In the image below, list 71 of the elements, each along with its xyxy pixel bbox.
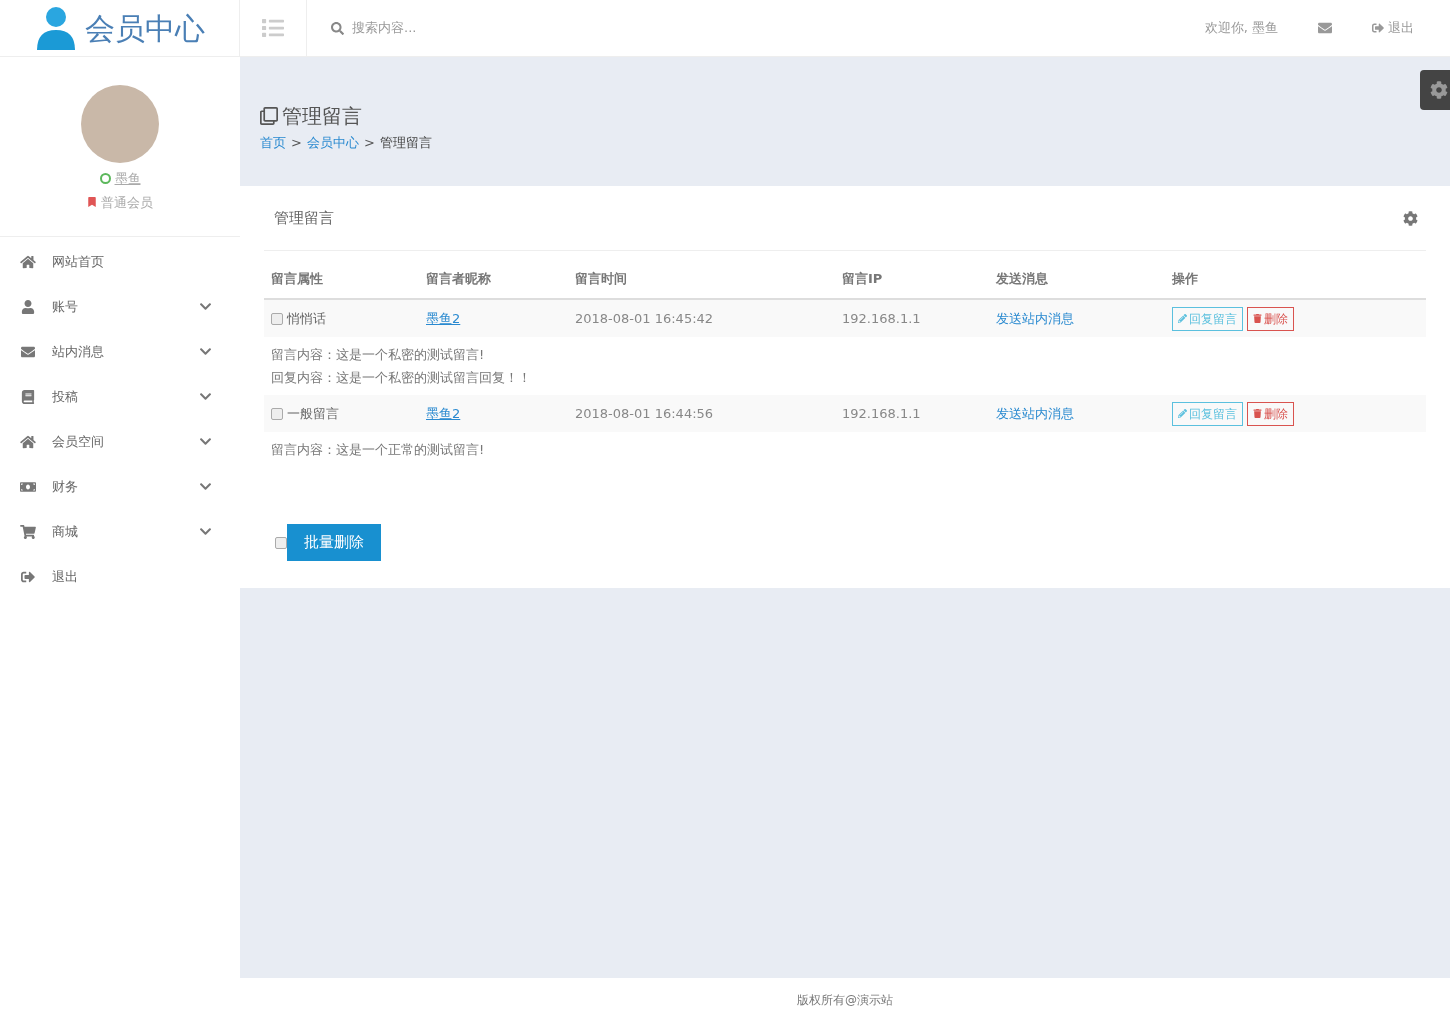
column-header: 发送消息 xyxy=(996,271,1048,286)
column-header: 留言者昵称 xyxy=(426,271,491,286)
sidebar-item[interactable]: 退出 xyxy=(0,554,240,599)
column-header: 留言时间 xyxy=(575,271,627,286)
sidebar-item[interactable]: 商城 xyxy=(0,509,240,554)
sidebar-item[interactable]: 账号 xyxy=(0,284,240,329)
table-cell: 192.168.1.1 xyxy=(842,310,921,326)
home-icon xyxy=(20,434,36,449)
column-header: 留言IP xyxy=(842,271,883,286)
table-cell-text: 一般留言 xyxy=(287,404,339,423)
list-icon xyxy=(262,17,284,39)
reply-button[interactable]: 回复留言 xyxy=(1172,306,1243,331)
page-title: 管理留言 xyxy=(282,103,362,130)
envelope-icon[interactable] xyxy=(1318,21,1332,35)
logo-text: 会员中心 xyxy=(84,9,205,48)
breadcrumb-separator: > xyxy=(291,134,302,152)
search-field[interactable]: 搜索内容... xyxy=(352,18,652,38)
copy-icon xyxy=(260,107,278,125)
pencil-icon xyxy=(1178,314,1187,323)
send-message-link[interactable]: 发送站内消息 xyxy=(996,310,1074,326)
message-content: 留言内容：这是一个正常的测试留言! xyxy=(271,441,486,459)
column-header: 留言属性 xyxy=(271,271,323,286)
message-content: 留言内容：这是一个私密的测试留言! xyxy=(271,346,486,364)
footer-text: 版权所有@演示站 xyxy=(797,991,893,1009)
breadcrumb-link[interactable]: 会员中心 xyxy=(306,133,359,153)
table-cell-text: 悄悄话 xyxy=(287,309,326,328)
reply-button[interactable]: 回复留言 xyxy=(1172,401,1243,426)
pencil-icon xyxy=(1178,409,1187,418)
sidebar-item[interactable]: 网站首页 xyxy=(0,239,240,284)
checkbox[interactable] xyxy=(271,407,283,420)
username-link[interactable]: 墨鱼 xyxy=(114,169,141,189)
logout-icon xyxy=(20,569,36,584)
envelope-icon xyxy=(20,344,36,359)
nickname-link[interactable]: 墨鱼2 xyxy=(426,310,461,326)
welcome-text: 欢迎你, 墨鱼 xyxy=(1204,19,1278,38)
logout-icon xyxy=(1372,22,1384,34)
sidebar-item[interactable]: 站内消息 xyxy=(0,329,240,374)
table-cell: 2018-08-01 16:44:56 xyxy=(575,405,714,421)
settings-icon[interactable] xyxy=(1403,210,1418,226)
settings-icon xyxy=(1430,81,1448,99)
table-cell: 2018-08-01 16:45:42 xyxy=(575,310,714,326)
member-level: 普通会员 xyxy=(101,193,153,212)
book-icon xyxy=(20,389,36,404)
search-icon xyxy=(331,21,344,35)
cart-icon xyxy=(20,524,36,539)
sidebar-item[interactable]: 会员空间 xyxy=(0,419,240,464)
checkbox[interactable] xyxy=(275,536,287,549)
nickname-link[interactable]: 墨鱼2 xyxy=(426,405,461,421)
bookmark-icon xyxy=(87,197,97,208)
breadcrumb-current: 管理留言 xyxy=(379,134,432,152)
sidebar-item[interactable]: 投稿 xyxy=(0,374,240,419)
money-icon xyxy=(20,479,36,494)
checkbox[interactable] xyxy=(271,312,283,325)
home-icon xyxy=(20,254,36,269)
user-logo-icon xyxy=(34,6,77,50)
breadcrumb-link[interactable]: 首页 xyxy=(260,133,286,153)
batch-delete-button[interactable]: 批量删除 xyxy=(287,523,381,561)
message-content: 回复内容：这是一个私密的测试留言回复！！ xyxy=(271,368,532,387)
settings-tab[interactable] xyxy=(1420,70,1450,110)
send-message-link[interactable]: 发送站内消息 xyxy=(996,405,1074,421)
sidebar-item[interactable]: 财务 xyxy=(0,464,240,509)
table-cell: 192.168.1.1 xyxy=(842,405,921,421)
breadcrumb-separator: > xyxy=(363,134,375,152)
delete-button[interactable]: 删除 xyxy=(1247,401,1294,426)
trash-icon xyxy=(1253,314,1262,323)
column-header: 操作 xyxy=(1172,271,1198,286)
trash-icon xyxy=(1253,409,1262,418)
logout-link[interactable]: 退出 xyxy=(1372,18,1414,38)
user-icon xyxy=(20,299,36,314)
panel-title: 管理留言 xyxy=(274,207,334,229)
delete-button[interactable]: 删除 xyxy=(1247,306,1294,331)
